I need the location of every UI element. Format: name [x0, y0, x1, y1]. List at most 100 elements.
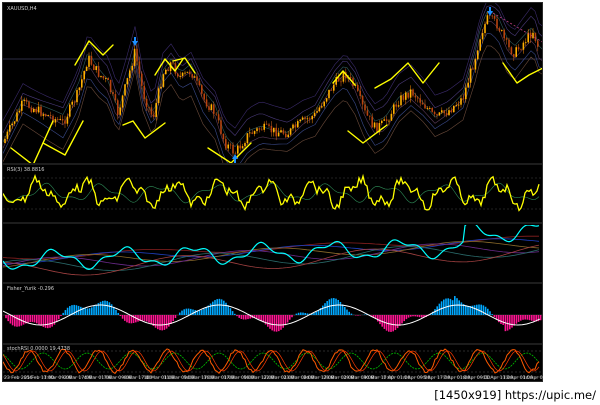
fisher-bar [513, 315, 515, 326]
fisher-bar [168, 315, 170, 327]
fisher-bar [119, 315, 122, 317]
fisher-bar [165, 315, 168, 329]
fisher-bar [291, 315, 293, 318]
candle-body [357, 84, 359, 91]
fisher-bar [528, 315, 531, 321]
fisher-bar [278, 315, 280, 332]
candle-body [124, 84, 126, 96]
chart-canvas[interactable] [3, 3, 543, 382]
fisher-bar [146, 315, 148, 322]
candle-body [309, 118, 311, 120]
fisher-bar [218, 298, 221, 315]
fisher-bar [124, 315, 126, 321]
fisher-bar [302, 312, 304, 315]
candle-body [249, 132, 251, 134]
fisher-bar [256, 315, 258, 319]
fisher-bar [86, 308, 89, 315]
candle-body [40, 106, 42, 116]
candle-body [369, 115, 371, 117]
candle-body [42, 114, 45, 116]
candle-body [234, 153, 237, 155]
fisher-bar [240, 315, 243, 319]
candle-body [417, 97, 419, 99]
fisher-bar [289, 315, 291, 320]
fisher-bar [181, 310, 183, 315]
fisher-bar [524, 315, 526, 320]
rsi-line [3, 173, 540, 212]
chart-window: XAUUSD,H4 RSI(3) 38.8816 Fisher_Yurik -0… [0, 0, 600, 405]
candle-body [222, 133, 225, 140]
candle-body [109, 79, 112, 93]
fisher-bar [108, 302, 111, 315]
fisher-bar [286, 315, 289, 323]
fisher-bar [418, 315, 421, 318]
fisher-bar [282, 315, 284, 328]
candle-body [117, 100, 119, 115]
fisher-bar [115, 309, 117, 315]
candle-body [393, 104, 395, 114]
candle-body [383, 119, 385, 121]
candle-body [513, 54, 515, 57]
fisher-bar [315, 311, 317, 315]
candle-body [114, 94, 117, 101]
fisher-bar [227, 305, 229, 315]
fisher-bar [273, 315, 276, 332]
fisher-bar [515, 315, 518, 324]
fisher-bar [414, 315, 416, 317]
candle-body [297, 121, 299, 128]
candle-body [11, 123, 13, 126]
candle-body [119, 107, 121, 115]
fisher-bar [214, 300, 216, 315]
fisher-bar [451, 300, 454, 315]
fisher-bar [91, 307, 93, 315]
candle-body [311, 116, 313, 120]
candle-body [189, 71, 191, 75]
candle-body [477, 50, 479, 60]
candle-body [193, 76, 196, 78]
time-axis: 23 Feb 2016 25 Feb 17:00 1 Mar 09:00 2 Mar … [2, 376, 553, 384]
price-pane-label: XAUUSD,H4 [7, 6, 37, 12]
candle-body [213, 104, 215, 114]
candle-body [385, 119, 388, 121]
fisher-bar [502, 315, 504, 325]
fisher-bar [212, 301, 214, 315]
fisher-bar [183, 309, 185, 315]
candle-body [321, 106, 323, 108]
candle-body [215, 113, 217, 115]
candle-body [474, 59, 477, 70]
candle-body [287, 134, 289, 138]
candle-body [289, 128, 292, 135]
fisher-bar [44, 315, 47, 328]
fisher-bar [401, 315, 403, 324]
candle-body [121, 95, 124, 108]
candle-body [503, 29, 505, 39]
candle-body [395, 104, 397, 107]
candle-body [460, 98, 462, 105]
candle-body [333, 84, 335, 91]
fisher-bar [539, 315, 542, 321]
stoch-signal-line [3, 352, 540, 370]
fisher-bar [306, 313, 309, 315]
fisher-bar [458, 300, 460, 315]
candle-body [143, 85, 145, 99]
fisher-bar [473, 305, 476, 315]
fisher-bar [172, 315, 174, 322]
candle-body [450, 110, 453, 113]
fisher-bar [275, 315, 278, 332]
candle-body [172, 62, 174, 64]
fisher-bar [209, 303, 212, 315]
candle-body [400, 95, 402, 106]
candle-body [366, 110, 369, 116]
candle-body [486, 15, 489, 25]
chart-area[interactable]: XAUUSD,H4 RSI(3) 38.8816 Fisher_Yurik -0… [2, 2, 543, 382]
candle-body [232, 144, 234, 154]
fisher-bar [231, 311, 234, 315]
fisher-bar [377, 315, 379, 322]
candle-body [431, 107, 433, 112]
candle-body [421, 102, 424, 105]
fisher-bar [148, 315, 150, 323]
candle-body [292, 124, 294, 129]
candle-body [28, 101, 30, 108]
fisher-bar [238, 315, 240, 318]
candle-body [16, 112, 18, 122]
